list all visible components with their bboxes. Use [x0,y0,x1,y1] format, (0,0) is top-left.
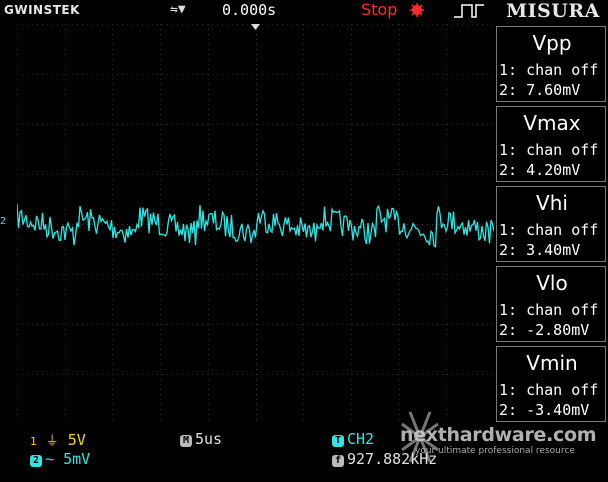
ch1-index: 1 [30,435,37,448]
ac-coupling-icon: ∼ [45,450,55,468]
measure-ch1-value: 1: chan off [499,381,599,399]
measure-ch1-value: 1: chan off [499,221,599,239]
measure-ch2-value: 2: 4.20mV [499,161,581,179]
time-offset-readout: 0.000s [222,1,277,19]
measure-box-vpp[interactable]: Vpp 1: chan off 2: 7.60mV [496,26,606,102]
ch1-scale-readout[interactable]: 1 ⏚ 5V [30,430,86,449]
measure-ch2-value: 2: -2.80mV [499,321,590,339]
ch1-scale: 5V [67,431,86,449]
menu-title: MISURA [506,0,600,22]
measure-ch2-value: 2: 3.40mV [499,241,581,259]
measure-label: Vmax [523,111,581,135]
timebase-readout[interactable]: M 5us [180,430,222,448]
measure-ch2-value: 2: 7.60mV [499,81,581,99]
ch2-scale: 5mV [63,450,91,468]
run-status-label[interactable]: Stop [361,0,397,19]
trigger-badge: T [332,435,344,447]
graticule-grid [17,24,494,424]
ch2-waveform-trace [17,203,494,248]
measure-box-vhi[interactable]: Vhi 1: chan off 2: 3.40mV [496,186,606,262]
timebase-badge: M [180,435,192,447]
trigger-readout[interactable]: T CH2 [332,430,374,448]
measure-ch1-value: 1: chan off [499,61,599,79]
measure-label: Vmin [526,351,578,375]
timebase-scale: 5us [195,430,223,448]
measure-label: Vpp [532,31,572,55]
watermark-site: nexthardware.com [400,424,597,446]
dc-ground-icon: ⏚ [45,434,59,449]
stop-icon[interactable] [410,3,424,17]
trigger-slope-icon: ⇋▼ [170,2,186,17]
measure-label: Vhi [536,191,568,215]
trigger-position-marker [251,24,260,30]
brand-logo: GWINSTEK [4,3,80,17]
ch2-scale-readout[interactable]: 2 ∼ 5mV [30,450,90,468]
measure-box-vmax[interactable]: Vmax 1: chan off 2: 4.20mV [496,106,606,182]
measure-ch1-value: 1: chan off [499,141,599,159]
ch2-level-marker: 2 [0,216,7,227]
measure-label: Vlo [536,271,568,295]
measure-box-vlo[interactable]: Vlo 1: chan off 2: -2.80mV [496,266,606,342]
trigger-source: CH2 [347,430,375,448]
watermark-tagline: your ultimate professional resource [415,446,575,456]
frequency-badge: f [332,455,344,467]
waveform-display [17,24,494,424]
top-status-bar: GWINSTEK ⇋▼ 0.000s Stop MISURA [0,0,608,22]
measure-ch1-value: 1: chan off [499,301,599,319]
ch2-index: 2 [30,455,42,467]
rising-edge-icon [454,4,484,18]
